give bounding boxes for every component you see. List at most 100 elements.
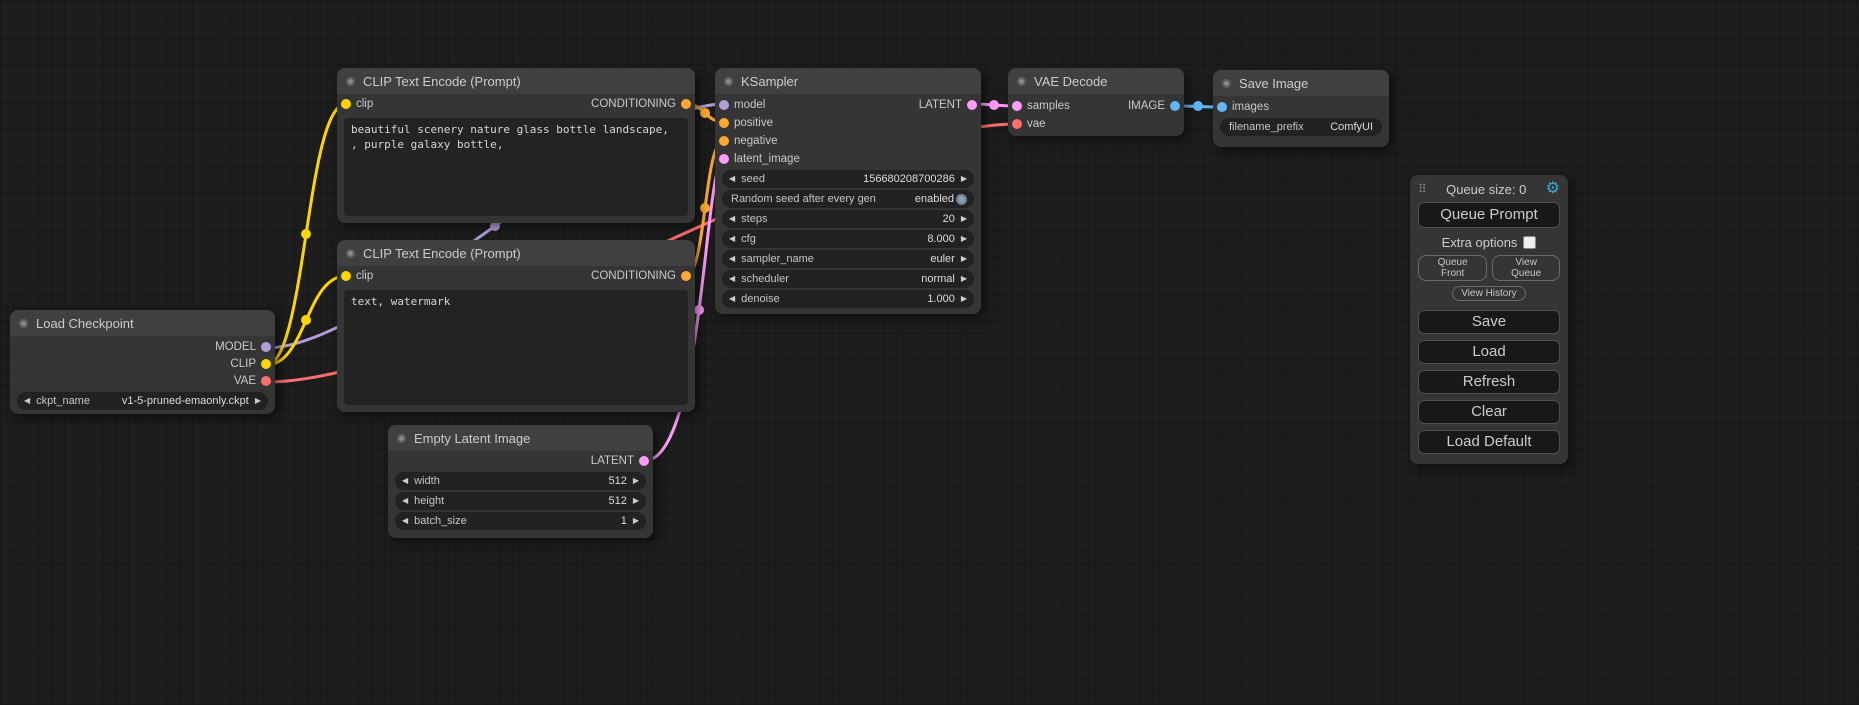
decrement-arrow-icon[interactable]: ◀: [729, 270, 735, 288]
widget-denoise[interactable]: ◀ denoise 1.000 ▶: [722, 290, 974, 308]
increment-arrow-icon[interactable]: ▶: [633, 492, 639, 510]
collapse-dot[interactable]: [1222, 79, 1231, 88]
node-empty-latent-image[interactable]: Empty Latent Image LATENT ◀ width 512 ▶ …: [388, 425, 653, 538]
node-title: Save Image: [1239, 76, 1308, 91]
refresh-button[interactable]: Refresh: [1418, 370, 1560, 394]
model-output-slot[interactable]: [261, 342, 271, 352]
node-header[interactable]: KSampler: [715, 68, 981, 94]
conditioning-output-slot[interactable]: [681, 271, 691, 281]
vae-input-slot[interactable]: [1012, 119, 1022, 129]
images-input-slot[interactable]: [1217, 102, 1227, 112]
widget-random-seed-toggle[interactable]: Random seed after every gen enabled: [722, 190, 974, 208]
positive-input-slot[interactable]: [719, 118, 729, 128]
increment-arrow-icon[interactable]: ▶: [961, 270, 967, 288]
decrement-arrow-icon[interactable]: ◀: [729, 170, 735, 188]
widget-sampler-name[interactable]: ◀ sampler_name euler ▶: [722, 250, 974, 268]
view-queue-button[interactable]: View Queue: [1492, 255, 1560, 281]
view-history-button[interactable]: View History: [1452, 286, 1525, 301]
clear-button[interactable]: Clear: [1418, 400, 1560, 424]
widget-batch-size[interactable]: ◀ batch_size 1 ▶: [395, 512, 646, 530]
decrement-arrow-icon[interactable]: ◀: [729, 250, 735, 268]
comfy-menu-panel[interactable]: ⠿ Queue size: 0 ⚙ Queue Prompt Extra opt…: [1410, 175, 1568, 464]
node-header[interactable]: Load Checkpoint: [10, 310, 275, 336]
decrement-arrow-icon[interactable]: ◀: [729, 290, 735, 308]
node-ksampler[interactable]: KSampler model LATENT positive negative …: [715, 68, 981, 314]
input-label-positive: positive: [734, 114, 773, 132]
increment-arrow-icon[interactable]: ▶: [961, 290, 967, 308]
latent-image-input-slot[interactable]: [719, 154, 729, 164]
widget-height[interactable]: ◀ height 512 ▶: [395, 492, 646, 510]
negative-input-slot[interactable]: [719, 136, 729, 146]
load-default-button[interactable]: Load Default: [1418, 430, 1560, 454]
image-output-slot[interactable]: [1170, 101, 1180, 111]
widget-scheduler[interactable]: ◀ scheduler normal ▶: [722, 270, 974, 288]
prompt-textarea[interactable]: text, watermark: [344, 290, 688, 405]
node-header[interactable]: Empty Latent Image: [388, 425, 653, 451]
clip-input-slot[interactable]: [341, 99, 351, 109]
output-label-conditioning: CONDITIONING: [591, 267, 676, 285]
decrement-arrow-icon[interactable]: ◀: [402, 472, 408, 490]
toggle-knob[interactable]: [956, 194, 967, 205]
increment-arrow-icon[interactable]: ▶: [961, 250, 967, 268]
collapse-dot[interactable]: [397, 434, 406, 443]
increment-arrow-icon[interactable]: ▶: [961, 210, 967, 228]
increment-arrow-icon[interactable]: ▶: [633, 512, 639, 530]
clip-input-slot[interactable]: [341, 271, 351, 281]
save-button[interactable]: Save: [1418, 310, 1560, 334]
collapse-dot[interactable]: [346, 77, 355, 86]
widget-value: 512: [608, 475, 626, 487]
conditioning-output-slot[interactable]: [681, 99, 691, 109]
samples-input-slot[interactable]: [1012, 101, 1022, 111]
widget-filename-prefix[interactable]: filename_prefix ComfyUI: [1220, 118, 1382, 136]
increment-arrow-icon[interactable]: ▶: [633, 472, 639, 490]
node-header[interactable]: Save Image: [1213, 70, 1389, 96]
collapse-dot[interactable]: [724, 77, 733, 86]
decrement-arrow-icon[interactable]: ◀: [24, 392, 30, 410]
model-input-slot[interactable]: [719, 100, 729, 110]
input-label-vae: vae: [1027, 115, 1046, 133]
node-save-image[interactable]: Save Image images filename_prefix ComfyU…: [1213, 70, 1389, 147]
decrement-arrow-icon[interactable]: ◀: [402, 512, 408, 530]
widget-ckpt-name[interactable]: ◀ ckpt_name v1-5-pruned-emaonly.ckpt ▶: [17, 392, 268, 410]
node-clip-text-encode-positive[interactable]: CLIP Text Encode (Prompt) clip CONDITION…: [337, 68, 695, 223]
increment-arrow-icon[interactable]: ▶: [961, 230, 967, 248]
node-header[interactable]: CLIP Text Encode (Prompt): [337, 240, 695, 266]
node-load-checkpoint[interactable]: Load Checkpoint MODEL CLIP VAE ◀ ckpt_na…: [10, 310, 275, 414]
output-label-latent: LATENT: [919, 96, 962, 114]
widget-width[interactable]: ◀ width 512 ▶: [395, 472, 646, 490]
collapse-dot[interactable]: [346, 249, 355, 258]
node-header[interactable]: CLIP Text Encode (Prompt): [337, 68, 695, 94]
widget-seed[interactable]: ◀ seed 156680208700286 ▶: [722, 170, 974, 188]
queue-front-button[interactable]: Queue Front: [1418, 255, 1487, 281]
decrement-arrow-icon[interactable]: ◀: [729, 230, 735, 248]
node-title: KSampler: [741, 74, 798, 89]
widget-value: 1: [621, 515, 627, 527]
node-title: Load Checkpoint: [36, 316, 134, 331]
output-label-conditioning: CONDITIONING: [591, 95, 676, 113]
node-vae-decode[interactable]: VAE Decode samples IMAGE vae: [1008, 68, 1184, 136]
widget-name: width: [414, 475, 440, 487]
collapse-dot[interactable]: [1017, 77, 1026, 86]
widget-name: sampler_name: [741, 253, 814, 265]
decrement-arrow-icon[interactable]: ◀: [402, 492, 408, 510]
widget-steps[interactable]: ◀ steps 20 ▶: [722, 210, 974, 228]
vae-output-slot[interactable]: [261, 376, 271, 386]
prompt-textarea[interactable]: beautiful scenery nature glass bottle la…: [344, 118, 688, 216]
increment-arrow-icon[interactable]: ▶: [255, 392, 261, 410]
clip-output-slot[interactable]: [261, 359, 271, 369]
widget-value: normal: [921, 273, 955, 285]
extra-options-checkbox[interactable]: [1523, 236, 1536, 249]
latent-output-slot[interactable]: [967, 100, 977, 110]
increment-arrow-icon[interactable]: ▶: [961, 170, 967, 188]
collapse-dot[interactable]: [19, 319, 28, 328]
load-button[interactable]: Load: [1418, 340, 1560, 364]
widget-cfg[interactable]: ◀ cfg 8.000 ▶: [722, 230, 974, 248]
graph-canvas[interactable]: Load Checkpoint MODEL CLIP VAE ◀ ckpt_na…: [0, 0, 1859, 705]
settings-gear-icon[interactable]: ⚙: [1546, 181, 1560, 197]
menu-drag-handle-icon[interactable]: ⠿: [1418, 182, 1427, 196]
decrement-arrow-icon[interactable]: ◀: [729, 210, 735, 228]
node-header[interactable]: VAE Decode: [1008, 68, 1184, 94]
node-clip-text-encode-negative[interactable]: CLIP Text Encode (Prompt) clip CONDITION…: [337, 240, 695, 412]
latent-output-slot[interactable]: [639, 456, 649, 466]
queue-prompt-button[interactable]: Queue Prompt: [1418, 202, 1560, 228]
